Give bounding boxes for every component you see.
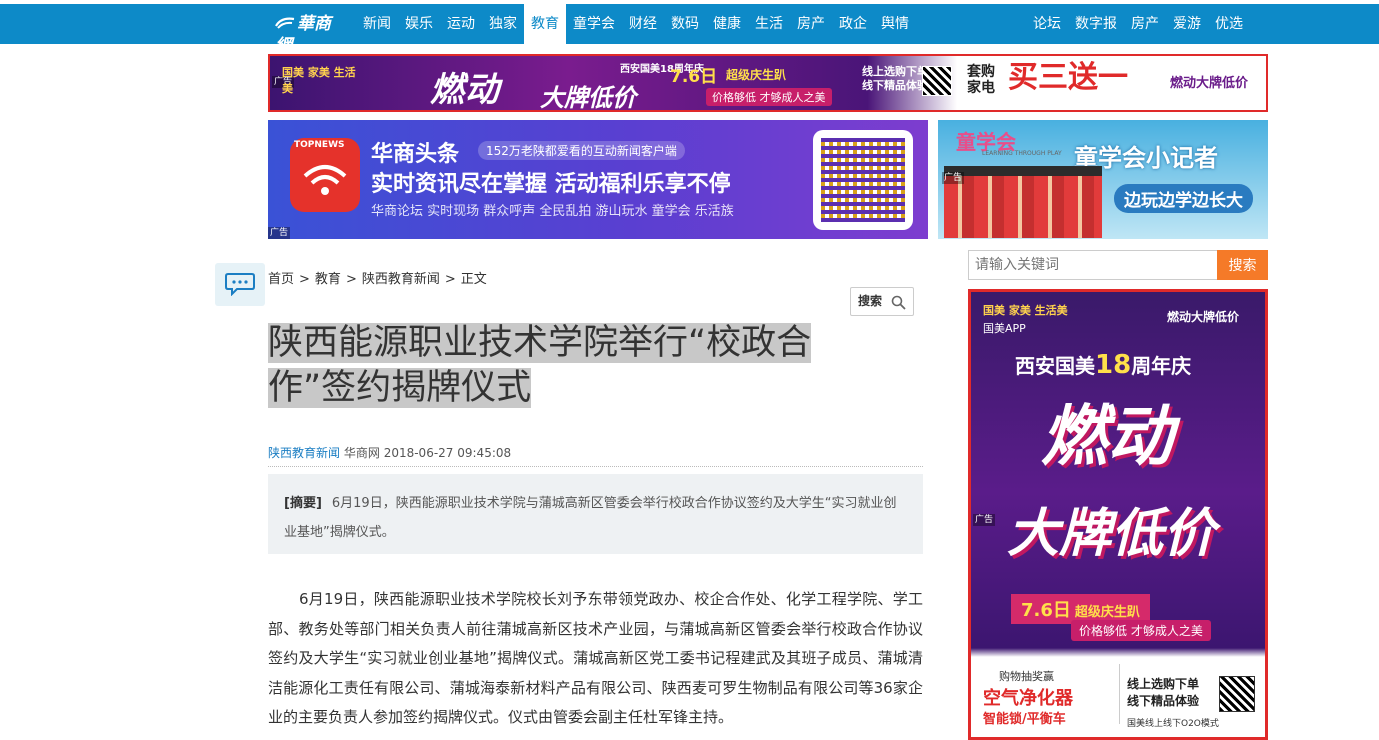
comment-button[interactable]: [215, 263, 265, 306]
nav-item[interactable]: 运动: [440, 4, 482, 44]
breadcrumb-home[interactable]: 首页: [268, 272, 294, 287]
nav-item[interactable]: 房产: [790, 4, 832, 44]
search-button[interactable]: 搜索: [1217, 250, 1268, 280]
kids-logo-sub: LEARNING THROUGH PLAY: [982, 150, 1062, 157]
ad-tag: 广告: [973, 514, 996, 526]
topnews-app-ad[interactable]: TOPNEWS 华商头条 152万老陕都爱看的互动新闻客户端 实时资讯尽在掌握 …: [268, 120, 928, 239]
search-input[interactable]: [968, 250, 1217, 280]
nav-item-secondary[interactable]: 房产: [1124, 4, 1166, 44]
nav-item[interactable]: 教育: [524, 4, 566, 44]
breadcrumb-shaanxi-education[interactable]: 陕西教育新闻: [362, 272, 440, 287]
article-source-link[interactable]: 陕西教育新闻: [268, 446, 340, 460]
nav-item[interactable]: 新闻: [356, 4, 398, 44]
meta-divider: [268, 466, 923, 467]
breadcrumb-sep: >: [444, 272, 456, 287]
side-ad-brand: 国美 家美 生活美: [983, 304, 1068, 317]
article-meta: 陕西教育新闻 华商网 2018-06-27 09:45:08: [268, 444, 511, 461]
nav-item[interactable]: 政企: [832, 4, 874, 44]
side-date-sub: 超级庆生趴: [1074, 605, 1140, 620]
side-ad-divider: [1119, 664, 1120, 724]
article-body: 6月19日，陕西能源职业技术学院校长刘予东带领党政办、校企合作处、化学工程学院、…: [268, 590, 923, 726]
article-datetime: 2018-06-27 09:45:08: [383, 446, 512, 460]
nav-item[interactable]: 健康: [706, 4, 748, 44]
anniv-num: 18: [1095, 350, 1132, 380]
side-online-2: 线下精品体验: [1127, 694, 1200, 708]
side-ad-o2o: 国美线上线下O2O模式: [1127, 719, 1219, 729]
nav-item[interactable]: 财经: [622, 4, 664, 44]
topnews-features: 华商论坛 实时现场 群众呼声 全民乱拍 游山玩水 童学会 乐活族: [371, 204, 734, 219]
nav-item[interactable]: 娱乐: [398, 4, 440, 44]
breadcrumb-current: 正文: [460, 272, 487, 287]
nav-item-secondary[interactable]: 爱游: [1166, 4, 1208, 44]
top-banner-ad[interactable]: 广告 国美 家美 生活美 燃动 大牌低价 西安国美18周年庆 7.6日 超级庆生…: [268, 54, 1268, 112]
summary-text: 6月19日，陕西能源职业技术学院与蒲城高新区管委会举行校政合作协议签约及大学生“…: [284, 496, 897, 540]
search-icon: [891, 295, 906, 310]
nav-item[interactable]: 生活: [748, 4, 790, 44]
ad-promo-main: 买三送一: [1008, 60, 1128, 95]
side-ad-lottery: 购物抽奖赢: [999, 670, 1054, 683]
article-title-text: 陕西能源职业技术学院举行“校政合作”签约揭牌仪式: [268, 323, 812, 408]
side-ad-brand-sub: 国美APP: [983, 322, 1026, 335]
article-publisher: 华商网: [343, 446, 380, 460]
top-nav: 華商網 新闻 娱乐 运动 独家 教育 童学会 财经 数码 健康 生活 房产 政企 舆情 论坛 数字报 房产爱…: [0, 4, 1379, 56]
nav-item[interactable]: 舆情: [874, 4, 916, 44]
ad-brand: 国美 家美 生活美: [282, 66, 356, 95]
ad-tag: 广告: [268, 227, 291, 239]
topnews-slogan: 实时资讯尽在掌握 活动福利乐享不停: [371, 172, 731, 197]
article-summary: [摘要] 6月19日，陕西能源职业技术学院与蒲城高新区管委会举行校政合作协议签约及…: [268, 474, 923, 554]
kids-photo: [944, 166, 1102, 238]
breadcrumb-education[interactable]: 教育: [315, 272, 341, 287]
comment-bubble-icon: [225, 273, 255, 296]
app-icon-label: TOPNEWS: [294, 140, 345, 150]
ad-headline: 燃动: [430, 70, 500, 110]
breadcrumb-sep: >: [345, 272, 357, 287]
ad-promo-prefix: 套购家电: [967, 64, 995, 96]
anniv-suffix: 周年庆: [1131, 354, 1192, 378]
ad-tag: 广告: [942, 172, 965, 184]
qr-code-icon: [1219, 676, 1255, 712]
nav-item[interactable]: 童学会: [566, 4, 622, 44]
qr-code-icon: [922, 66, 952, 96]
ad-sub: 价格够低 才够成人之美: [706, 88, 832, 106]
topnews-app-icon: TOPNEWS: [290, 138, 360, 212]
side-ad-tag: 燃动大牌低价: [1167, 310, 1240, 324]
side-online-1: 线上选购下单: [1127, 677, 1200, 691]
side-ad-ran: 燃动: [1041, 397, 1173, 475]
side-ad-anniversary: 西安国美18周年庆: [1015, 350, 1191, 380]
site-search: 搜索: [968, 250, 1268, 280]
nav-primary: 新闻 娱乐 运动 独家 教育 童学会 财经 数码 健康 生活 房产 政企 舆情: [356, 4, 916, 44]
topnews-tagline: 152万老陕都爱看的互动新闻客户端: [478, 141, 685, 160]
nav-item-secondary[interactable]: 论坛: [1026, 4, 1068, 44]
nav-secondary: 论坛 数字报 房产 爱游 优选: [1026, 4, 1250, 44]
breadcrumb-sep: >: [299, 272, 310, 287]
article-search-button[interactable]: 搜索: [850, 287, 914, 316]
site-logo[interactable]: 華商網: [275, 13, 347, 56]
breadcrumb: 首页 > 教育 > 陕西教育新闻 > 正文: [268, 268, 487, 287]
side-ad-prize-2: 智能锁/平衡车: [983, 712, 1066, 727]
ad-date: 7.6日: [670, 67, 718, 87]
ad-promo-right: 燃动大牌低价: [1170, 76, 1249, 91]
ad-headline-2: 大牌低价: [540, 84, 636, 112]
topnews-title: 华商头条: [371, 142, 460, 167]
kids-sub: 边玩边学边长大: [1114, 184, 1253, 213]
nav-item-secondary[interactable]: 数字报: [1068, 4, 1124, 44]
summary-label: [摘要]: [284, 496, 322, 511]
article-title: 陕西能源职业技术学院举行“校政合作”签约揭牌仪式: [268, 321, 858, 411]
wifi-icon: [303, 165, 347, 195]
nav-item-secondary[interactable]: 优选: [1208, 4, 1250, 44]
side-ad-prize: 空气净化器: [983, 688, 1073, 709]
kids-reporter-ad[interactable]: 童学会 LEARNING THROUGH PLAY 童学会小记者 边玩边学边长大…: [938, 120, 1268, 239]
side-date: 7.6日: [1021, 600, 1071, 621]
ad-date-sub: 超级庆生趴: [726, 68, 787, 82]
anniv-prefix: 西安国美: [1015, 354, 1095, 378]
logo-swirl-icon: [275, 17, 295, 29]
search-label: 搜索: [858, 294, 883, 308]
side-ad-sub: 价格够低 才够成人之美: [1071, 620, 1211, 641]
side-ad-online: 线上选购下单 线下精品体验: [1127, 676, 1199, 710]
side-ad[interactable]: 国美 家美 生活美 国美APP 燃动大牌低价 西安国美18周年庆 燃动 大牌低价…: [968, 289, 1268, 740]
nav-item[interactable]: 数码: [664, 4, 706, 44]
qr-code-icon: [813, 130, 913, 230]
nav-item[interactable]: 独家: [482, 4, 524, 44]
side-ad-dapai: 大牌低价: [1007, 504, 1216, 564]
